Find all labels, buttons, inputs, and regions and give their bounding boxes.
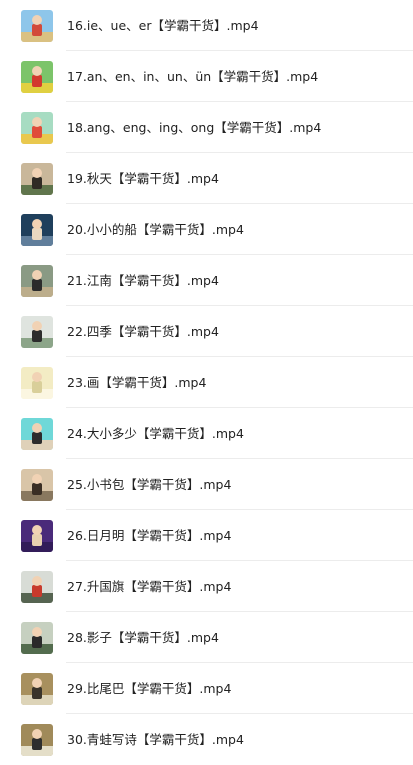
file-row[interactable]: 18.ang、eng、ing、ong【学霸干货】.mp4 bbox=[0, 102, 413, 153]
file-name: 26.日月明【学霸干货】.mp4 bbox=[67, 528, 232, 543]
file-name: 30.青蛙写诗【学霸干货】.mp4 bbox=[67, 732, 244, 747]
file-row[interactable]: 17.an、en、in、un、ün【学霸干货】.mp4 bbox=[0, 51, 413, 102]
file-name: 21.江南【学霸干货】.mp4 bbox=[67, 273, 219, 288]
file-name: 23.画【学霸干货】.mp4 bbox=[67, 375, 207, 390]
video-thumbnail-icon bbox=[21, 162, 53, 195]
file-row[interactable]: 16.ie、ue、er【学霸干货】.mp4 bbox=[0, 0, 413, 51]
file-name: 29.比尾巴【学霸干货】.mp4 bbox=[67, 681, 232, 696]
video-thumbnail-icon bbox=[21, 9, 53, 42]
file-row[interactable]: 30.青蛙写诗【学霸干货】.mp4 bbox=[0, 714, 413, 765]
file-row[interactable]: 28.影子【学霸干货】.mp4 bbox=[0, 612, 413, 663]
video-thumbnail-icon bbox=[21, 366, 53, 399]
video-thumbnail-icon bbox=[21, 213, 53, 246]
video-thumbnail-icon bbox=[21, 468, 53, 501]
file-name: 24.大小多少【学霸干货】.mp4 bbox=[67, 426, 244, 441]
file-row[interactable]: 26.日月明【学霸干货】.mp4 bbox=[0, 510, 413, 561]
file-name: 20.小小的船【学霸干货】.mp4 bbox=[67, 222, 244, 237]
file-row[interactable]: 19.秋天【学霸干货】.mp4 bbox=[0, 153, 413, 204]
video-thumbnail-icon bbox=[21, 519, 53, 552]
file-row[interactable]: 25.小书包【学霸干货】.mp4 bbox=[0, 459, 413, 510]
video-thumbnail-icon bbox=[21, 111, 53, 144]
file-name: 18.ang、eng、ing、ong【学霸干货】.mp4 bbox=[67, 120, 322, 135]
file-row[interactable]: 22.四季【学霸干货】.mp4 bbox=[0, 306, 413, 357]
file-name: 19.秋天【学霸干货】.mp4 bbox=[67, 171, 219, 186]
video-thumbnail-icon bbox=[21, 417, 53, 450]
file-list: 16.ie、ue、er【学霸干货】.mp4 17.an、en、in、un、ün【学… bbox=[0, 0, 413, 765]
video-thumbnail-icon bbox=[21, 570, 53, 603]
file-name: 25.小书包【学霸干货】.mp4 bbox=[67, 477, 232, 492]
file-name: 17.an、en、in、un、ün【学霸干货】.mp4 bbox=[67, 69, 319, 84]
file-name: 22.四季【学霸干货】.mp4 bbox=[67, 324, 219, 339]
video-thumbnail-icon bbox=[21, 264, 53, 297]
file-row[interactable]: 23.画【学霸干货】.mp4 bbox=[0, 357, 413, 408]
video-thumbnail-icon bbox=[21, 621, 53, 654]
video-thumbnail-icon bbox=[21, 672, 53, 705]
file-row[interactable]: 27.升国旗【学霸干货】.mp4 bbox=[0, 561, 413, 612]
file-name: 28.影子【学霸干货】.mp4 bbox=[67, 630, 219, 645]
file-name: 16.ie、ue、er【学霸干货】.mp4 bbox=[67, 18, 259, 33]
video-thumbnail-icon bbox=[21, 315, 53, 348]
file-row[interactable]: 20.小小的船【学霸干货】.mp4 bbox=[0, 204, 413, 255]
file-row[interactable]: 29.比尾巴【学霸干货】.mp4 bbox=[0, 663, 413, 714]
file-row[interactable]: 21.江南【学霸干货】.mp4 bbox=[0, 255, 413, 306]
file-name: 27.升国旗【学霸干货】.mp4 bbox=[67, 579, 232, 594]
video-thumbnail-icon bbox=[21, 60, 53, 93]
video-thumbnail-icon bbox=[21, 723, 53, 756]
file-row[interactable]: 24.大小多少【学霸干货】.mp4 bbox=[0, 408, 413, 459]
